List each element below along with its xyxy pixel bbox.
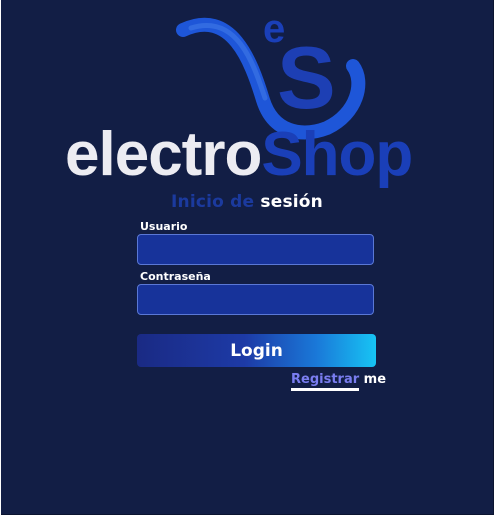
password-label: Contraseña xyxy=(140,270,211,283)
register-link[interactable]: Registrar xyxy=(291,372,360,391)
login-button[interactable]: Login xyxy=(137,334,376,367)
logo-wordmark: electroShop xyxy=(65,120,412,189)
login-title-part1: Inicio de xyxy=(171,192,255,212)
register-row: Registrar me xyxy=(291,372,387,391)
login-title: Inicio de sesión xyxy=(1,192,493,212)
login-title-part2: sesión xyxy=(260,192,323,212)
electroshop-logo: e S electroShop xyxy=(65,7,413,189)
logo-badge-s: S xyxy=(277,28,336,127)
username-label: Usuario xyxy=(140,220,188,233)
password-input[interactable] xyxy=(137,284,374,315)
register-suffix: me xyxy=(363,372,387,387)
login-screen: e S electroShop Inicio de sesión Usuario… xyxy=(1,0,494,515)
username-input[interactable] xyxy=(137,234,374,265)
